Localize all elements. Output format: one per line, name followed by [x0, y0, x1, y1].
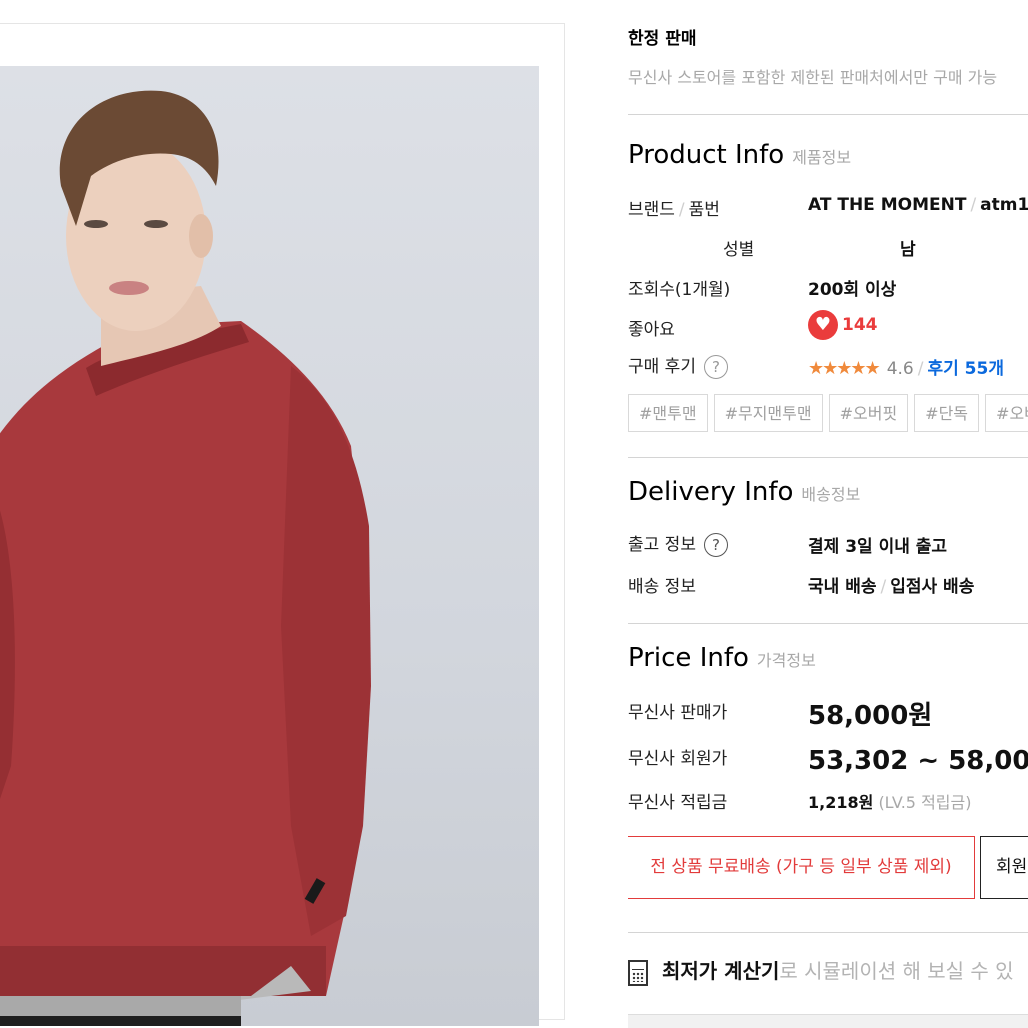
- product-info-heading: Product Info 제품정보: [628, 140, 851, 170]
- product-photo[interactable]: [0, 66, 539, 1026]
- limited-sale-desc: 무신사 스토어를 포함한 제한된 판매처에서만 구매 가능: [628, 68, 998, 87]
- member-price-button[interactable]: 회원가: [980, 836, 1028, 899]
- help-icon[interactable]: ?: [703, 355, 728, 379]
- free-shipping-button[interactable]: 전 상품 무료배송 (가구 등 일부 상품 제외): [628, 836, 975, 899]
- shipping-value: 국내 배송 / 입점사 배송: [808, 577, 975, 597]
- divider: [628, 932, 1028, 933]
- rating-value: 4.6: [886, 359, 914, 379]
- section-subtitle: 제품정보: [792, 148, 852, 167]
- points-value: 1,218원: [808, 793, 874, 812]
- views-value: 200회 이상: [808, 280, 897, 300]
- model-illustration: [0, 90, 371, 1026]
- section-subtitle: 배송정보: [801, 485, 861, 504]
- section-title: Price Info: [628, 643, 749, 673]
- calculator-desc: 로 시뮬레이션 해 보실 수 있: [779, 959, 1014, 983]
- points-label: 무신사 적립금: [628, 793, 728, 813]
- review-label: 구매 후기: [628, 357, 696, 377]
- section-title: Delivery Info: [628, 477, 794, 507]
- sku-value: atm19: [980, 195, 1028, 215]
- product-image-frame: [0, 23, 565, 1026]
- release-label: 출고 정보: [628, 535, 696, 555]
- like-button[interactable]: ♥ 144: [808, 310, 878, 340]
- shipping-label: 배송 정보: [628, 577, 696, 597]
- review-count-link[interactable]: 후기 55개: [927, 359, 1004, 379]
- sku-label: 품번: [688, 200, 720, 220]
- sale-price-label: 무신사 판매가: [628, 703, 728, 723]
- divider: [628, 114, 1028, 115]
- price-info-heading: Price Info 가격정보: [628, 643, 816, 673]
- tag-item[interactable]: #단독: [914, 394, 980, 432]
- help-icon[interactable]: ?: [703, 533, 728, 557]
- tag-list: #맨투맨 #무지맨투맨 #오버핏 #단독 #오버: [628, 394, 1028, 432]
- brand-link[interactable]: AT THE MOMENT: [808, 195, 966, 215]
- likes-count: 144: [842, 315, 878, 335]
- member-price: 53,302 ~ 58,000원: [808, 746, 1028, 776]
- divider: [628, 457, 1028, 458]
- price-calculator-link[interactable]: 최저가 계산기로 시뮬레이션 해 보실 수 있: [628, 955, 1014, 986]
- brand-label: 브랜드: [628, 200, 675, 220]
- release-value: 결제 3일 이내 출고: [808, 537, 948, 557]
- section-subtitle: 가격정보: [756, 651, 816, 670]
- tag-item[interactable]: #맨투맨: [628, 394, 708, 432]
- member-price-label: 무신사 회원가: [628, 749, 728, 769]
- tag-item[interactable]: #오버핏: [828, 394, 909, 432]
- delivery-info-heading: Delivery Info 배송정보: [628, 477, 860, 507]
- shipping-vendor: 입점사 배송: [890, 577, 975, 597]
- review-label-row: 구매 후기?: [628, 352, 728, 379]
- calculator-panel: [628, 1014, 1028, 1028]
- release-label-row: 출고 정보?: [628, 530, 728, 557]
- points-row: 1,218원 (LV.5 적립금): [808, 789, 971, 813]
- views-label: 조회수(1개월): [628, 280, 731, 300]
- brand-sku-value: AT THE MOMENT/atm19: [808, 195, 1028, 215]
- gender-value: 남: [900, 240, 916, 260]
- sale-price: 58,000원: [808, 701, 933, 731]
- tag-item[interactable]: #무지맨투맨: [713, 394, 823, 432]
- points-note: (LV.5 적립금): [878, 793, 972, 812]
- rating-row: ★★★★★ 4.6/후기 55개: [808, 358, 1004, 379]
- tag-item[interactable]: #오버: [985, 394, 1028, 432]
- gender-label: 성별: [723, 240, 755, 260]
- section-title: Product Info: [628, 140, 785, 170]
- likes-label: 좋아요: [628, 320, 675, 340]
- limited-sale-title: 한정 판매: [628, 29, 697, 49]
- calculator-title: 최저가 계산기: [662, 959, 780, 983]
- product-info-panel: 한정 판매 무신사 스토어를 포함한 제한된 판매처에서만 구매 가능 Prod…: [628, 0, 1028, 1028]
- brand-sku-label: 브랜드 / 품번: [628, 200, 720, 220]
- divider: [628, 623, 1028, 624]
- heart-icon: ♥: [808, 310, 838, 340]
- star-rating-icon: ★★★★★: [808, 358, 881, 379]
- shipping-type: 국내 배송: [808, 577, 877, 597]
- calculator-icon: [628, 959, 648, 986]
